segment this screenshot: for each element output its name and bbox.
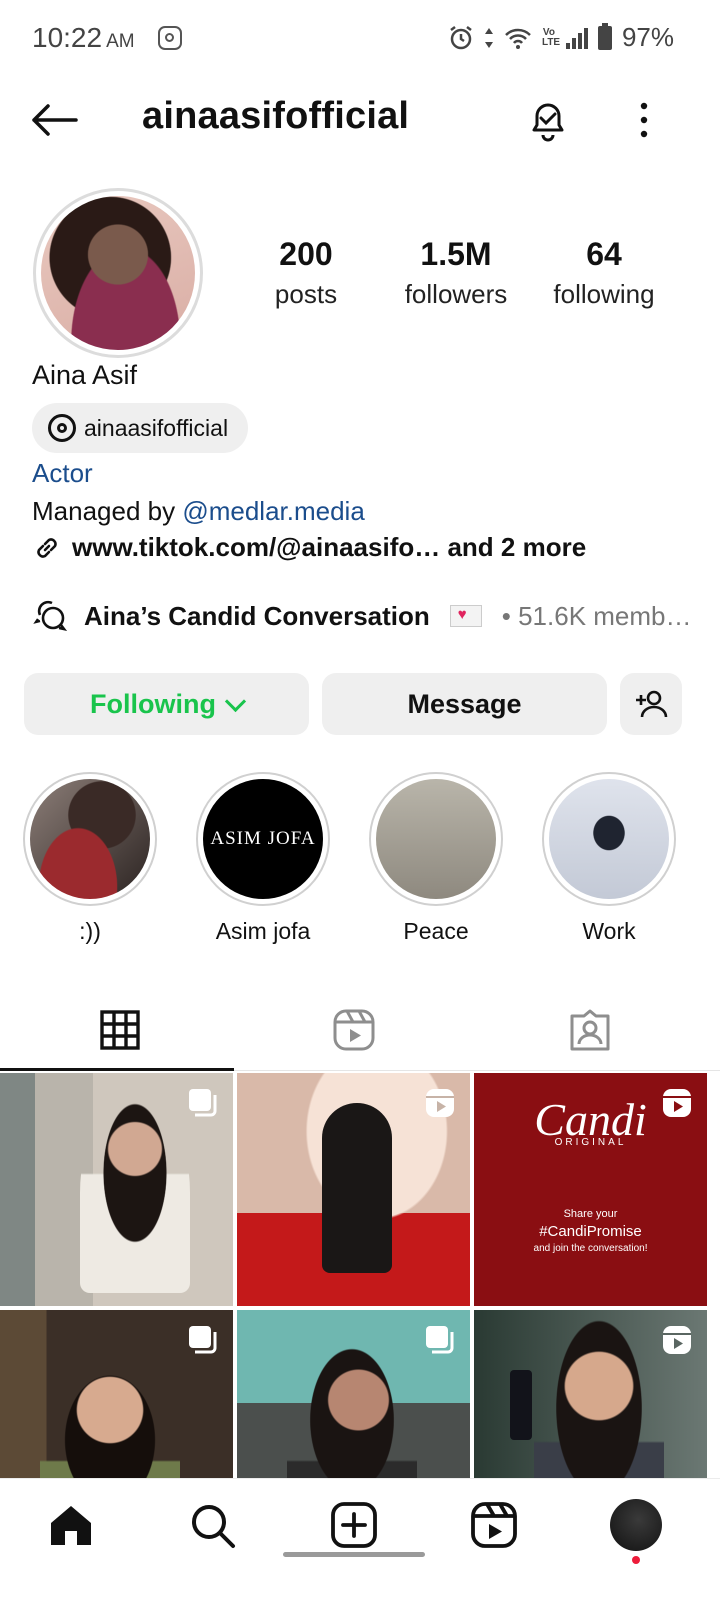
following-count: 64 bbox=[586, 236, 622, 272]
more-options-icon[interactable] bbox=[632, 100, 656, 140]
message-button[interactable]: Message bbox=[322, 673, 607, 735]
reel-icon bbox=[426, 1089, 454, 1117]
battery-percent: 97% bbox=[621, 22, 674, 52]
threads-badge[interactable]: ainaasifofficial bbox=[32, 403, 249, 453]
reels-icon bbox=[333, 1009, 375, 1051]
chevron-down-icon bbox=[224, 690, 247, 712]
alarm-icon bbox=[450, 25, 472, 49]
managed-prefix: Managed by bbox=[32, 496, 183, 526]
following-button[interactable]: Following bbox=[24, 673, 309, 735]
volte-label: Vo LTE bbox=[541, 26, 561, 48]
threads-icon bbox=[48, 414, 76, 442]
highlight-label: Asim jofa bbox=[215, 918, 311, 944]
highlight-label: Work bbox=[582, 918, 636, 944]
notification-bell-icon[interactable] bbox=[524, 96, 572, 144]
full-name: Aina Asif bbox=[32, 360, 138, 390]
gesture-home-bar bbox=[283, 1552, 425, 1557]
highlight-label: Peace bbox=[403, 918, 469, 944]
highlight-cover bbox=[30, 779, 150, 899]
channel-chat-icon bbox=[33, 600, 68, 631]
back-arrow-icon[interactable] bbox=[30, 102, 78, 138]
threads-handle: ainaasifofficial bbox=[84, 414, 229, 441]
candi-line2: and join the conversation! bbox=[533, 1243, 648, 1254]
status-bar: 10:22 AM Vo LTE 97% bbox=[0, 0, 720, 80]
notification-dot bbox=[632, 1556, 640, 1564]
managed-mention-link[interactable]: @medlar.media bbox=[182, 496, 364, 526]
highlight-ring bbox=[369, 772, 503, 906]
candi-hashtag: #CandiPromise bbox=[539, 1223, 642, 1240]
avatar[interactable] bbox=[41, 196, 195, 350]
highlight-cover bbox=[549, 779, 669, 899]
asim-jofa-logo-text: ASIM JOFA bbox=[210, 828, 316, 849]
tab-reels[interactable] bbox=[234, 990, 474, 1070]
highlight-item[interactable]: Work bbox=[542, 772, 676, 945]
stat-posts[interactable]: 200 posts bbox=[236, 236, 376, 310]
instagram-notification-icon bbox=[158, 26, 182, 50]
highlight-ring bbox=[23, 772, 157, 906]
stat-followers[interactable]: 1.5M followers bbox=[386, 236, 526, 310]
posts-label: posts bbox=[274, 279, 338, 309]
highlight-item[interactable]: Peace bbox=[369, 772, 503, 945]
reel-icon bbox=[663, 1326, 691, 1354]
reel-icon bbox=[663, 1089, 691, 1117]
tab-tagged[interactable] bbox=[470, 990, 710, 1070]
highlight-cover bbox=[376, 779, 496, 899]
highlight-ring bbox=[542, 772, 676, 906]
create-post-icon[interactable] bbox=[330, 1501, 378, 1549]
tagged-icon bbox=[570, 1009, 610, 1051]
message-button-label: Message bbox=[407, 688, 522, 719]
tab-posts-grid[interactable] bbox=[0, 990, 240, 1071]
carousel-icon bbox=[189, 1326, 217, 1354]
love-letter-emoji-icon bbox=[449, 605, 482, 627]
profile-category: Actor bbox=[32, 458, 93, 488]
wifi-icon bbox=[505, 28, 531, 49]
highlight-cover: ASIM JOFA bbox=[203, 779, 323, 899]
profile-username: ainaasifofficial bbox=[142, 95, 410, 137]
bio-links[interactable]: www.tiktok.com/@ainaasifo… and 2 more bbox=[32, 532, 586, 563]
bottom-nav bbox=[0, 1478, 720, 1601]
profile-avatar-tab[interactable] bbox=[610, 1499, 662, 1551]
bio-link-text: www.tiktok.com/@ainaasifo… and 2 more bbox=[72, 532, 587, 562]
following-label: following bbox=[553, 279, 655, 309]
highlight-ring: ASIM JOFA bbox=[196, 772, 330, 906]
stat-following[interactable]: 64 following bbox=[534, 236, 674, 310]
posts-count: 200 bbox=[279, 236, 333, 272]
candi-line1: Share your bbox=[563, 1208, 618, 1220]
top-bar: ainaasifofficial bbox=[0, 80, 720, 160]
grid-post[interactable] bbox=[0, 1073, 233, 1306]
carousel-icon bbox=[189, 1089, 217, 1117]
broadcast-channel[interactable]: Aina’s Candid Conversation • 51.6K memb… bbox=[32, 598, 692, 634]
add-user-icon bbox=[636, 690, 668, 718]
search-icon[interactable] bbox=[188, 1501, 236, 1549]
channel-name: Aina’s Candid Conversation bbox=[84, 600, 430, 631]
candi-sub-text: ORIGINAL bbox=[554, 1137, 627, 1148]
profile-tabs bbox=[0, 990, 720, 1071]
reels-nav-icon[interactable] bbox=[470, 1501, 518, 1549]
data-arrows-icon bbox=[484, 27, 493, 48]
grid-post[interactable]: Candi ORIGINAL Share your #CandiPromise … bbox=[474, 1073, 707, 1306]
channel-members: • 51.6K memb… bbox=[501, 600, 692, 631]
grid-icon bbox=[100, 1010, 140, 1050]
signal-icon bbox=[565, 27, 588, 49]
status-icons: Vo LTE 97% bbox=[448, 22, 674, 53]
highlight-item[interactable]: :)) bbox=[23, 772, 157, 945]
followers-label: followers bbox=[404, 279, 508, 309]
suggested-people-button[interactable] bbox=[620, 673, 682, 735]
followers-count: 1.5M bbox=[420, 236, 492, 272]
highlight-label: :)) bbox=[79, 918, 101, 944]
grid-post[interactable] bbox=[237, 1073, 470, 1306]
link-icon bbox=[37, 537, 57, 558]
battery-icon bbox=[597, 22, 612, 50]
bio-managed-by: Managed by @medlar.media bbox=[32, 496, 365, 527]
status-time: 10:22 AM bbox=[32, 22, 135, 53]
highlight-item[interactable]: ASIM JOFA Asim jofa bbox=[196, 772, 330, 945]
following-button-label: Following bbox=[90, 688, 216, 719]
home-icon[interactable] bbox=[47, 1501, 95, 1549]
carousel-icon bbox=[426, 1326, 454, 1354]
